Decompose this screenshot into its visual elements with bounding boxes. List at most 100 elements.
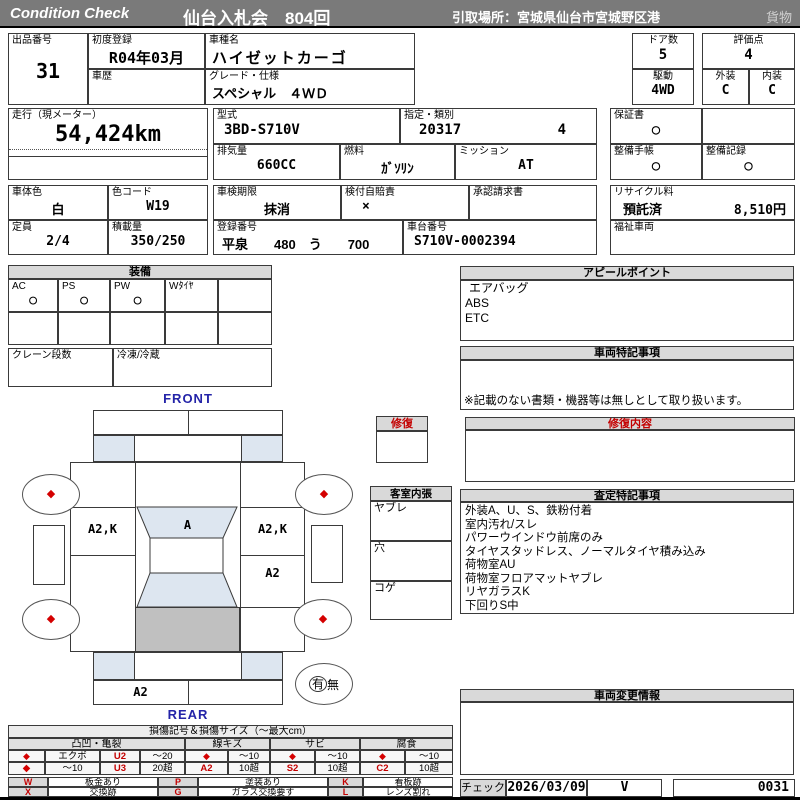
sheet-number: 0031: [757, 780, 789, 795]
equipment-ps-mark: ○: [80, 293, 88, 308]
class-label: 指定・類別: [404, 110, 454, 121]
recycle-label: リサイクル料: [614, 187, 674, 198]
side-step-left-shape: [33, 525, 65, 585]
header-bar: Condition Check 仙台入札会 804回 引取場所：宮城県仙台市宮城…: [0, 0, 800, 28]
check-date: 2026/03/09: [507, 780, 586, 795]
assessment-line: リヤガラスK: [465, 586, 530, 598]
legend-dent-name-2: 〜10: [45, 762, 100, 775]
payload-label: 積載量: [112, 222, 142, 233]
recycle-status: 預託済: [623, 202, 663, 217]
first-registration-cell: 初度登録 R04年03月: [88, 33, 205, 69]
lot-number-cell: 出品番号 31: [8, 33, 88, 105]
model-name-value: ハイゼットカーゴ: [212, 50, 348, 67]
legend-dent-mark-1: ◆: [8, 750, 45, 762]
recycle-fee: 8,510円: [733, 203, 786, 218]
taillight-right-shape: [241, 652, 283, 680]
cabin-header: 客室内張: [370, 486, 452, 501]
appeal-item: ETC: [465, 311, 489, 325]
rear-label: REAR: [167, 707, 209, 722]
wheel-front-right: ◆: [295, 474, 353, 515]
damage-code-windshield: A: [183, 518, 192, 532]
insurance-mark: ×: [362, 199, 370, 214]
assessment-line: 下回りS中: [465, 599, 519, 612]
damage-diamond-icon: ◆: [46, 613, 56, 625]
legend-group-corrosion: 腐食: [360, 738, 453, 750]
chassis-number-label: 車台番号: [407, 222, 447, 233]
legend-rust-code-2: S2: [270, 762, 315, 775]
damage-code-right-rear: A2: [265, 566, 280, 580]
freezer-cell: 冷凍/冷蔵: [113, 348, 272, 387]
inspection-value: 抹消: [263, 202, 290, 217]
grade-label: グレード・仕様: [209, 71, 279, 82]
check-inspector: V: [620, 780, 629, 795]
front-label: FRONT: [163, 391, 213, 406]
drive-label: 駆動: [653, 71, 673, 82]
interior-grade-cell: 内装 C: [749, 69, 795, 105]
welfare-label: 福祉車両: [614, 222, 654, 233]
damage-code-left-side: A2,K: [88, 522, 117, 536]
model-code-cell: 型式 3BD-S710V: [213, 108, 400, 144]
pickup-location: 引取場所：宮城県仙台市宮城野区港: [452, 10, 661, 25]
legend-mark-k-code: K: [328, 777, 363, 787]
equipment-empty-cell: [110, 312, 165, 345]
displacement-label: 排気量: [217, 146, 247, 157]
legend-dent-code-1: U2: [100, 750, 140, 762]
interior-grade-label: 内装: [762, 71, 782, 82]
legend-mark-x-label: 交換跡: [48, 787, 158, 797]
equipment-header: 装備: [8, 265, 272, 279]
appeal-item: エアバッグ: [469, 281, 529, 295]
legend-title-cell: 損傷記号＆損傷サイズ（〜最大cm）: [8, 725, 453, 738]
legend-rust-size-1: 〜10: [315, 750, 360, 762]
headlight-right-shape: [241, 435, 283, 462]
freezer-label: 冷凍/冷蔵: [117, 350, 160, 361]
assessment-line: 室内汚れ/スレ: [465, 518, 538, 531]
exterior-grade-cell: 外装 C: [702, 69, 749, 105]
legend-group-dent: 凸凹・亀裂: [8, 738, 185, 750]
repair-flag-header: 修復: [376, 416, 428, 431]
service-book-label: 整備手帳: [614, 146, 654, 157]
assessment-line: 荷物室AU: [465, 559, 516, 571]
equipment-empty-cell: [8, 312, 58, 345]
payload-cell: 積載量 350/250: [108, 220, 208, 255]
crane-cell: クレーン段数: [8, 348, 113, 387]
mileage-solid-divider: [9, 156, 207, 157]
check-inspector-cell: V: [587, 779, 662, 797]
crane-label: クレーン段数: [12, 350, 72, 361]
equipment-ac-label: AC: [12, 281, 26, 292]
legend-dent-code-2: U3: [100, 762, 140, 775]
brand-logo: Condition Check: [10, 5, 130, 22]
headlight-left-shape: [93, 435, 135, 462]
class-number: 20317: [419, 122, 462, 138]
equipment-pw-label: PW: [114, 281, 131, 292]
lot-number-label: 出品番号: [12, 35, 52, 46]
rear-bumper-divider: [188, 681, 189, 704]
equipment-pw-mark: ○: [133, 293, 142, 308]
model-name-label: 車種名: [209, 35, 239, 46]
legend-dent-mark-2: ◆: [8, 762, 45, 775]
appeal-body: エアバッグ ABS ETC: [460, 280, 794, 341]
recycle-cell: リサイクル料 預託済 8,510円: [610, 185, 795, 220]
displacement-cell: 排気量 660CC: [213, 144, 340, 180]
assessment-line: 荷物室フロアマットヤブレ: [465, 572, 603, 585]
drive-value: 4WD: [651, 83, 675, 98]
body-color-cell: 車体色 白: [8, 185, 108, 220]
front-bumper-shape: [93, 410, 283, 435]
auction-sheet: Condition Check 仙台入札会 804回 引取場所：宮城県仙台市宮城…: [0, 0, 800, 800]
spare-tire-absent: 無: [327, 677, 340, 692]
side-step-right-shape: [311, 525, 343, 583]
equipment-empty-cell: [218, 312, 272, 345]
cabin-burn-label: コゲ: [374, 582, 396, 594]
check-date-cell: 2026/03/09: [506, 779, 587, 797]
legend-group-scratch: 線キズ: [185, 738, 270, 750]
damage-diamond-icon: ◆: [318, 613, 328, 625]
equipment-cell-pw: PW ○: [110, 279, 165, 312]
capacity-cell: 定員 2/4: [8, 220, 108, 255]
exterior-grade-label: 外装: [715, 71, 736, 82]
equipment-cell-extra: [218, 279, 272, 312]
doors-label: ドア数: [648, 35, 678, 46]
mileage-label: 走行（現メーター）: [12, 110, 102, 121]
class-cell: 指定・類別 20317 4: [400, 108, 597, 144]
class-sub-number: 4: [557, 122, 566, 138]
damage-diamond-icon: ◆: [319, 488, 329, 500]
legend-mark-k-label: 看板跡: [363, 777, 453, 787]
